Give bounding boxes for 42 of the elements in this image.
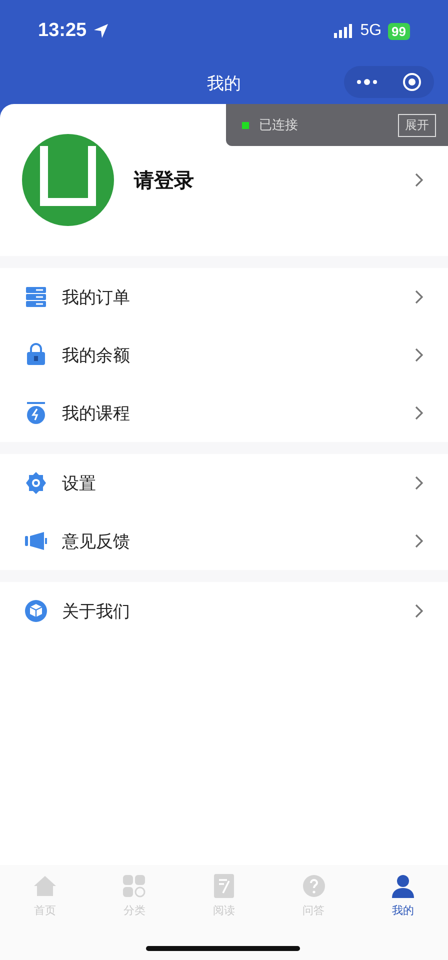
- menu-item[interactable]: 设置: [0, 454, 448, 512]
- page-title: 我的: [207, 72, 241, 94]
- person-icon: [390, 873, 416, 899]
- network-label: 5G: [360, 22, 382, 40]
- chevron-icon: [414, 172, 424, 188]
- grid-icon: [121, 873, 148, 899]
- close-target-icon[interactable]: [402, 72, 422, 92]
- battery-level: 99: [388, 22, 410, 40]
- signal-icon: [334, 24, 354, 38]
- question-icon: [300, 873, 327, 899]
- menu-item[interactable]: 我的课程: [0, 384, 448, 442]
- cube-icon: [24, 599, 48, 623]
- list-icon: [24, 285, 48, 309]
- menu-item[interactable]: 我的订单: [0, 268, 448, 326]
- menu-label: 我的课程: [62, 402, 131, 424]
- chevron-icon: [414, 603, 424, 619]
- location-arrow-icon: [92, 23, 109, 39]
- tab-item[interactable]: 我的: [358, 873, 448, 918]
- login-prompt[interactable]: 请登录: [134, 166, 394, 194]
- menu-label: 关于我们: [62, 600, 131, 622]
- lock-icon: [24, 343, 48, 367]
- menu-item[interactable]: 意见反馈: [0, 512, 448, 570]
- chevron-icon: [414, 405, 424, 421]
- menu-label: 意见反馈: [62, 530, 131, 552]
- chevron-icon: [414, 533, 424, 549]
- menu-label: 我的余额: [62, 344, 131, 366]
- tab-label: 我的: [392, 903, 414, 918]
- more-icon[interactable]: [356, 78, 378, 86]
- menu-label: 我的订单: [62, 286, 131, 308]
- home-icon: [32, 873, 58, 899]
- chevron-icon: [414, 289, 424, 305]
- chevron-icon: [414, 347, 424, 363]
- menu-label: 设置: [62, 472, 97, 494]
- connection-status: 已连接: [259, 117, 299, 134]
- menu-item[interactable]: 我的余额: [0, 326, 448, 384]
- chevron-icon: [414, 475, 424, 491]
- settings-icon: [24, 471, 48, 495]
- expand-button[interactable]: 展开: [398, 114, 436, 136]
- clock-icon: [24, 401, 48, 425]
- menu-item[interactable]: 关于我们: [0, 582, 448, 640]
- status-time: 13:25: [38, 20, 87, 42]
- megaphone-icon: [24, 529, 48, 553]
